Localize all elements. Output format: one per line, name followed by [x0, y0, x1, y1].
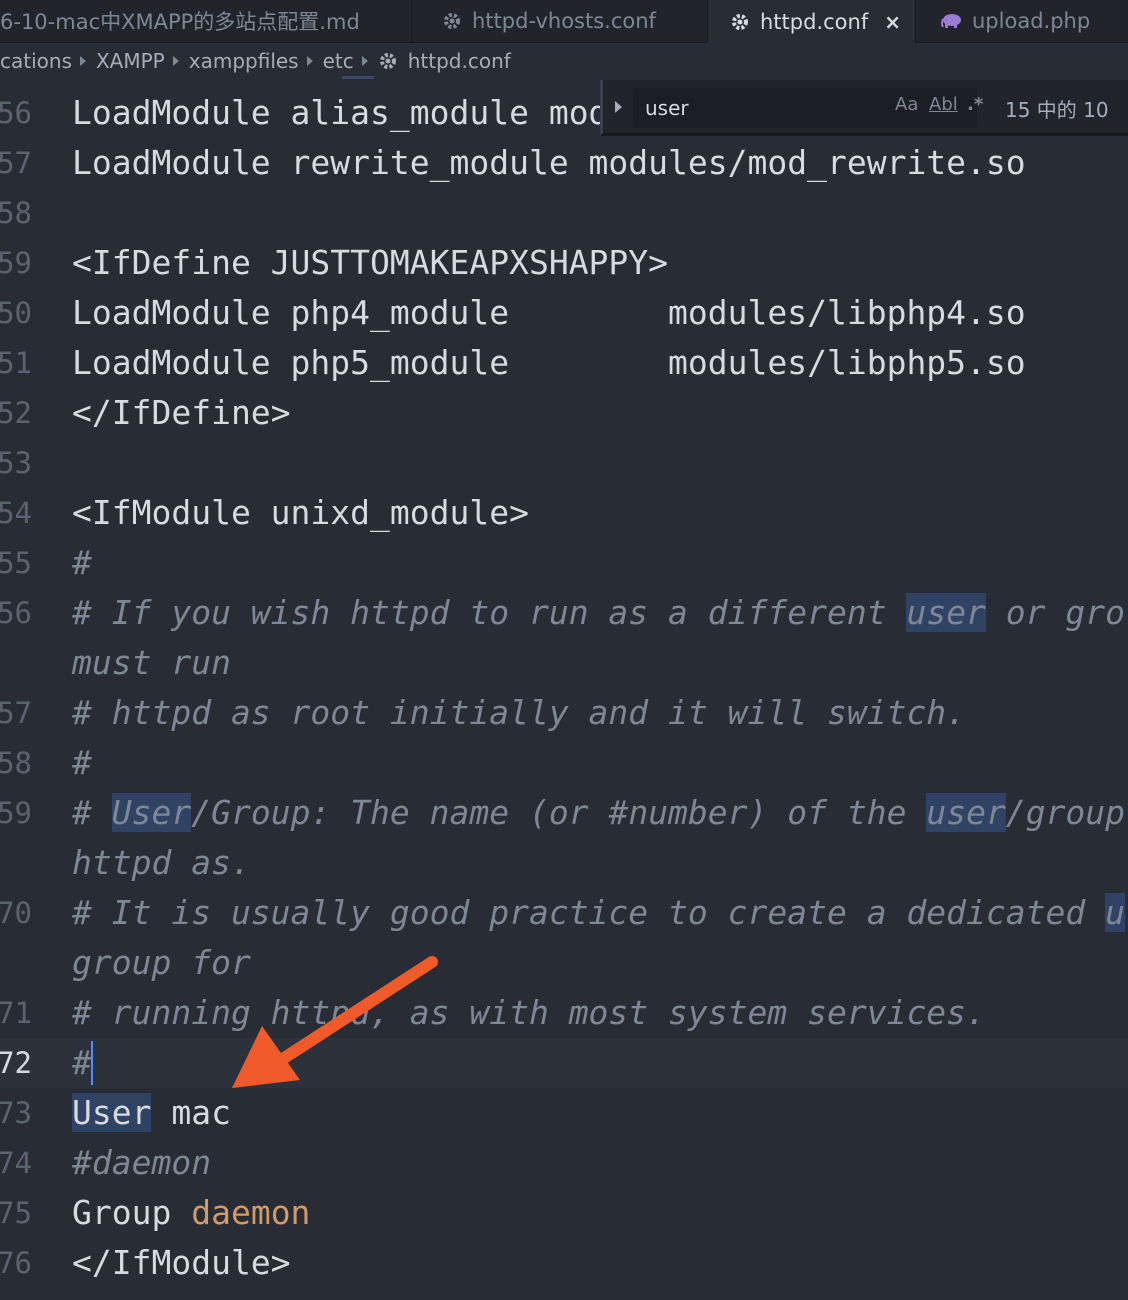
code-text: /Group: The name (or #number) of the	[191, 793, 927, 832]
code-line: LoadModule rewrite_module modules/mod_re…	[72, 143, 1026, 182]
breadcrumb-item[interactable]: xamppfiles	[189, 49, 299, 73]
code-editor[interactable]: 56 57 58 59 50 51 52 53 54 55 56 57 58 5…	[0, 80, 1128, 1300]
tab-httpd-vhosts[interactable]: httpd-vhosts.conf	[418, 0, 708, 42]
line-number: 52	[0, 396, 32, 430]
close-icon[interactable]: ×	[884, 10, 901, 34]
search-match: u	[1105, 893, 1125, 932]
code-line: </IfModule>	[72, 1243, 291, 1282]
search-match: user	[906, 593, 986, 632]
line-number: 58	[0, 196, 32, 230]
gear-icon	[730, 12, 750, 32]
breadcrumb-item[interactable]: cations	[0, 49, 72, 73]
code-line-current: #	[72, 1043, 92, 1082]
line-number: 57	[0, 696, 32, 730]
search-match: User	[111, 793, 192, 832]
code-text: /group	[1005, 793, 1126, 832]
code-line: </IfDefine>	[72, 393, 291, 432]
code-text: mac	[151, 1093, 231, 1132]
search-match-current: User	[72, 1093, 152, 1132]
breadcrumb-underline	[342, 76, 374, 79]
line-number: 50	[0, 296, 32, 330]
tab-label: 6-10-mac中XMAPP的多站点配置.md	[0, 10, 360, 34]
code-line: User mac	[72, 1088, 231, 1138]
line-number-current: 72	[0, 1046, 32, 1080]
breadcrumb-item[interactable]: etc	[323, 49, 354, 73]
code-line-wrapped: group for	[72, 943, 251, 982]
code-line: <IfDefine JUSTTOMAKEAPXSHAPPY>	[72, 243, 669, 282]
code-line: LoadModule alias_module mod	[72, 93, 609, 132]
code-line: LoadModule php4_module modules/libphp4.s…	[72, 293, 1026, 332]
tab-httpd-conf[interactable]: httpd.conf ×	[708, 0, 916, 43]
code-line: # httpd as root initially and it will sw…	[72, 693, 967, 732]
match-count: 15 中的 10	[1005, 98, 1109, 122]
code-line: #	[72, 743, 92, 782]
expand-replace-icon[interactable]	[615, 101, 622, 113]
code-line: # It is usually good practice to create …	[72, 888, 1125, 938]
tab-label: httpd-vhosts.conf	[472, 9, 656, 33]
breadcrumb-item-current[interactable]: httpd.conf	[408, 49, 511, 73]
regex-button[interactable]: .*	[967, 94, 983, 115]
gear-icon	[378, 51, 398, 71]
code-line-wrapped: must run	[72, 643, 231, 682]
chevron-right-icon	[172, 56, 179, 66]
tab-markdown[interactable]: 6-10-mac中XMAPP的多站点配置.md	[0, 0, 412, 42]
code-line: # If you wish httpd to run as a differen…	[72, 588, 1125, 638]
line-number: 75	[0, 1196, 32, 1230]
line-number: 53	[0, 446, 32, 480]
line-number: 51	[0, 346, 32, 380]
line-number: 71	[0, 996, 32, 1030]
match-case-button[interactable]: Aa	[895, 94, 918, 115]
line-number: 74	[0, 1146, 32, 1180]
line-number: 56	[0, 96, 32, 130]
chevron-right-icon	[361, 56, 368, 66]
code-text: # If you wish httpd to run as a differen…	[72, 593, 907, 632]
breadcrumb-item[interactable]: XAMPP	[96, 49, 165, 73]
code-text: # It is usually good practice to create …	[72, 893, 1106, 932]
text-cursor	[91, 1041, 93, 1085]
line-number: 70	[0, 896, 32, 930]
tab-bar: 6-10-mac中XMAPP的多站点配置.md httpd-vhosts.con…	[0, 0, 1128, 43]
tab-label: upload.php	[972, 9, 1091, 33]
line-number: 59	[0, 796, 32, 830]
tab-label: httpd.conf	[760, 9, 869, 34]
code-text: #	[72, 793, 112, 832]
code-line: Group daemon	[72, 1188, 310, 1238]
gear-icon	[442, 11, 462, 31]
line-number: 73	[0, 1096, 32, 1130]
line-number: 76	[0, 1246, 32, 1280]
code-text: Group	[72, 1193, 192, 1232]
line-number: 58	[0, 746, 32, 780]
find-input[interactable]	[633, 88, 977, 128]
code-line: <IfModule unixd_module>	[72, 493, 529, 532]
find-panel: Aa Abl .* 15 中的 10	[600, 80, 1128, 136]
code-line: #	[72, 543, 92, 582]
code-line: #daemon	[72, 1143, 212, 1182]
line-number: 54	[0, 496, 32, 530]
match-whole-word-button[interactable]: Abl	[929, 94, 958, 115]
code-line: LoadModule php5_module modules/libphp5.s…	[72, 343, 1026, 382]
chevron-right-icon	[306, 56, 313, 66]
search-match: user	[926, 793, 1006, 832]
code-line: # User/Group: The name (or #number) of t…	[72, 788, 1125, 838]
code-line-wrapped: httpd as.	[72, 843, 251, 882]
line-number: 59	[0, 246, 32, 280]
tab-upload-php[interactable]: upload.php	[918, 0, 1128, 42]
code-token-value: daemon	[191, 1193, 311, 1232]
code-line: # running httpd, as with most system ser…	[72, 993, 986, 1032]
line-number: 56	[0, 596, 32, 630]
breadcrumb: cations XAMPP xamppfiles etc httpd.conf	[0, 43, 1128, 79]
chevron-right-icon	[79, 56, 86, 66]
php-elephant-icon	[940, 12, 962, 30]
line-number: 57	[0, 146, 32, 180]
code-text: or gro	[985, 593, 1126, 632]
cursor-line-highlight	[0, 1038, 1128, 1088]
line-number: 55	[0, 546, 32, 580]
